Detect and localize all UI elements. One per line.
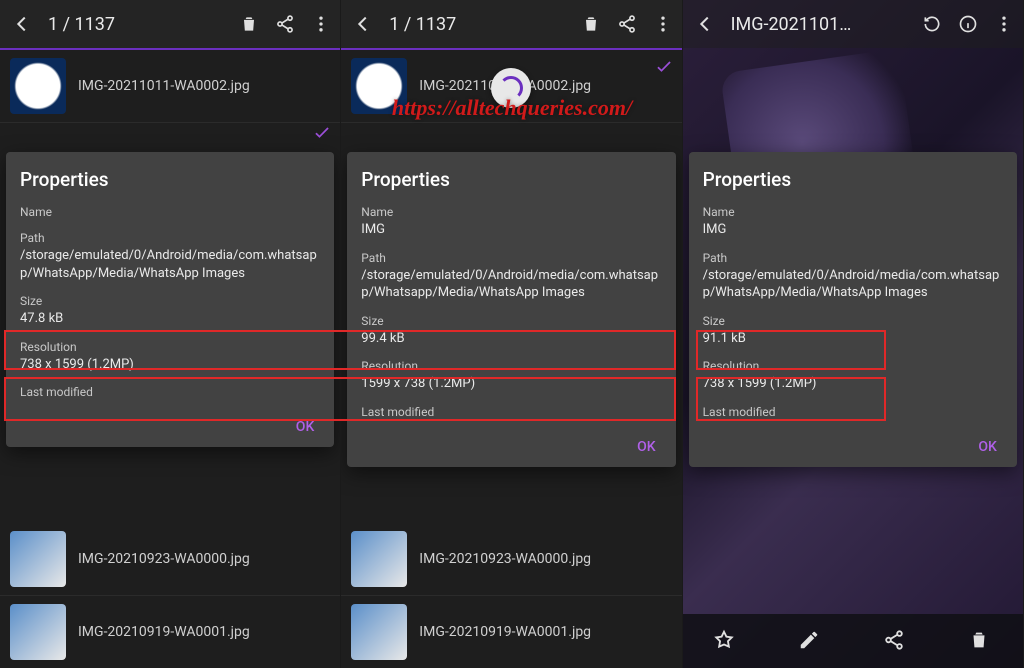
delete-icon[interactable]: [238, 13, 260, 35]
more-icon[interactable]: [310, 13, 332, 35]
prop-label-name: Name: [361, 205, 661, 219]
header-counter: 1 / 1137: [48, 14, 238, 35]
check-icon: [654, 56, 674, 76]
header-filename: IMG-2021101…: [731, 14, 921, 35]
favorite-icon[interactable]: [713, 629, 737, 653]
prop-label-modified: Last modified: [703, 405, 1003, 419]
screen-3: IMG-2021101… Properties Name IMG Path/sto…: [683, 0, 1024, 668]
thumbnail: [10, 58, 66, 114]
prop-label-size: Size: [703, 314, 1003, 328]
prop-value-size: 47.8 kB: [20, 310, 320, 328]
app-header: 1 / 1137: [341, 0, 681, 48]
edit-icon[interactable]: [798, 629, 822, 653]
file-name: IMG-20210919-WA0001.jpg: [419, 624, 591, 640]
dialog-title: Properties: [361, 168, 661, 191]
ok-button[interactable]: OK: [703, 431, 1003, 457]
prop-value-resolution: 738 x 1599 (1.2MP): [20, 356, 320, 374]
prop-value-resolution: 1599 x 738 (1.2MP): [361, 375, 661, 393]
prop-label-resolution: Resolution: [20, 340, 320, 354]
list-item[interactable]: IMG-20211011-WA0002.jpg: [0, 50, 340, 123]
prop-label-resolution: Resolution: [361, 359, 661, 373]
prop-label-name: Name: [703, 205, 1003, 219]
properties-dialog: Properties Name IMG Path/storage/emulated…: [689, 152, 1017, 467]
share-icon[interactable]: [616, 13, 638, 35]
prop-value-name: IMG: [361, 221, 661, 239]
prop-label-modified: Last modified: [361, 405, 661, 419]
delete-icon[interactable]: [580, 13, 602, 35]
properties-dialog: Properties Name IMG Path/storage/emulated…: [347, 152, 675, 467]
file-name: IMG-20211011-WA0002.jpg: [78, 78, 250, 94]
prop-value-size: 91.1 kB: [703, 330, 1003, 348]
file-name: IMG-20210919-WA0001.jpg: [78, 624, 250, 640]
list-item[interactable]: IMG-20210923-WA0000.jpg: [0, 523, 340, 596]
more-icon[interactable]: [652, 13, 674, 35]
thumbnail: [10, 604, 66, 660]
prop-label-size: Size: [20, 294, 320, 308]
back-icon[interactable]: [8, 10, 36, 38]
thumbnail: [351, 531, 407, 587]
accent-divider: [0, 48, 340, 50]
header-counter: 1 / 1137: [389, 14, 579, 35]
prop-value-resolution: 738 x 1599 (1.2MP): [703, 375, 1003, 393]
watermark-text: https://alltechqueries.com/: [392, 95, 632, 121]
back-icon[interactable]: [349, 10, 377, 38]
prop-label-path: Path: [703, 251, 1003, 265]
prop-label-modified: Last modified: [20, 385, 320, 399]
prop-label-name: Name: [20, 205, 320, 219]
list-item[interactable]: IMG-20210919-WA0001.jpg: [341, 596, 681, 668]
bottom-toolbar: [683, 614, 1023, 668]
info-icon[interactable]: [957, 13, 979, 35]
delete-icon[interactable]: [968, 629, 992, 653]
prop-value-size: 99.4 kB: [361, 330, 661, 348]
list-item[interactable]: IMG-20210923-WA0000.jpg: [341, 523, 681, 596]
prop-value-path: /storage/emulated/0/Android/media/com.wh…: [703, 267, 1003, 302]
screen-1: 1 / 1137 IMG-20211011-WA0002.jpg IMG-202…: [0, 0, 341, 668]
back-icon[interactable]: [691, 10, 719, 38]
prop-value-name: IMG: [703, 221, 1003, 239]
app-header: IMG-2021101…: [683, 0, 1023, 48]
share-icon[interactable]: [274, 13, 296, 35]
list-item[interactable]: IMG-20210919-WA0001.jpg: [0, 596, 340, 668]
prop-value-path: /storage/emulated/0/Android/media/com.wh…: [361, 267, 661, 302]
more-icon[interactable]: [993, 13, 1015, 35]
thumbnail: [10, 531, 66, 587]
accent-divider: [341, 48, 681, 50]
share-icon[interactable]: [883, 629, 907, 653]
prop-value-path: /storage/emulated/0/Android/media/com.wh…: [20, 247, 320, 282]
dialog-title: Properties: [20, 168, 320, 191]
thumbnail: [351, 604, 407, 660]
prop-label-path: Path: [361, 251, 661, 265]
ok-button[interactable]: OK: [361, 431, 661, 457]
dialog-title: Properties: [703, 168, 1003, 191]
ok-button[interactable]: OK: [20, 411, 320, 437]
prop-label-resolution: Resolution: [703, 359, 1003, 373]
prop-label-size: Size: [361, 314, 661, 328]
app-header: 1 / 1137: [0, 0, 340, 48]
file-name: IMG-20210923-WA0000.jpg: [78, 551, 250, 567]
properties-dialog: Properties Name Path/storage/emulated/0/…: [6, 152, 334, 447]
file-name: IMG-20210923-WA0000.jpg: [419, 551, 591, 567]
check-icon: [312, 122, 332, 142]
prop-label-path: Path: [20, 231, 320, 245]
rotate-icon[interactable]: [921, 13, 943, 35]
